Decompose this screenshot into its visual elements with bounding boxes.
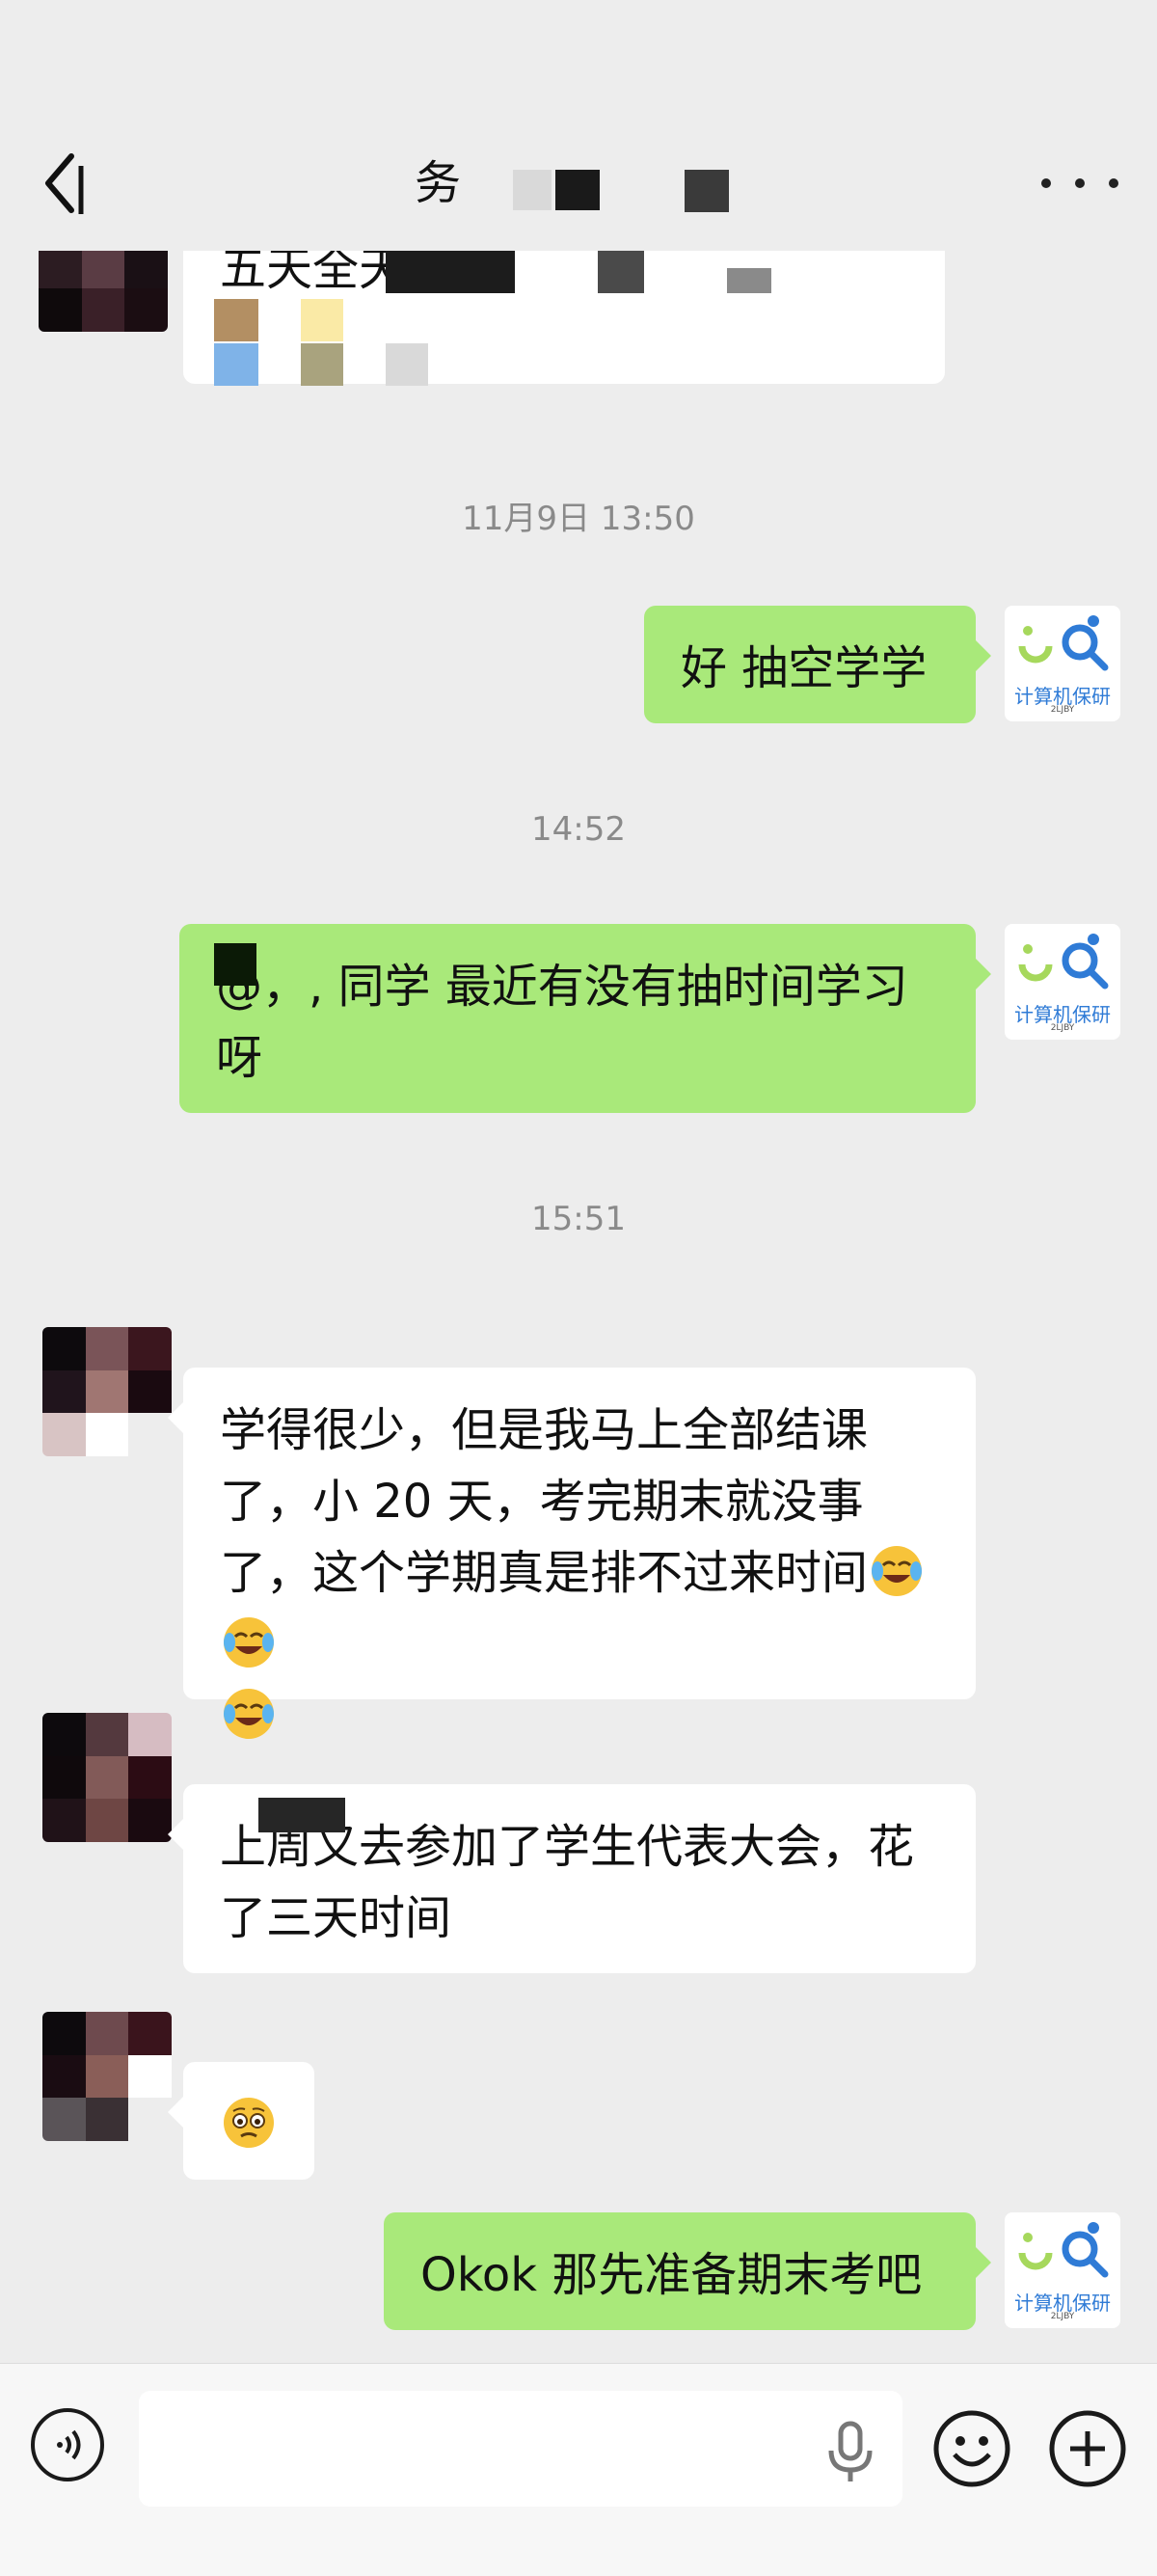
redacted-mention [214, 943, 256, 986]
plus-icon[interactable] [1047, 2408, 1128, 2489]
redacted-image [301, 299, 343, 341]
back-arrow-icon[interactable] [39, 145, 96, 222]
navigation-bar: 务 [0, 0, 1157, 251]
message-text: 上周又去参加了学生代表大会，花了三天时间 [220, 1820, 915, 1945]
more-dot-icon [1041, 178, 1051, 188]
self-avatar[interactable]: 计算机保研 2LJBY [1005, 924, 1120, 1040]
brand-logo-icon [1018, 2222, 1109, 2278]
more-dot-icon [1109, 178, 1118, 188]
chat-title: 务 [415, 156, 462, 210]
contact-avatar[interactable] [42, 1713, 172, 1842]
chat-message-list[interactable]: 这个学期我都是 有 7 门课，一周五天全天满课 11月9日 13:50 好 抽空… [0, 251, 1157, 2363]
more-options-button[interactable] [1041, 154, 1118, 212]
voice-icon [57, 2429, 81, 2460]
timestamp: 15:51 [531, 1200, 626, 1238]
message-text: 学得很少，但是我马上全部结课了，小 20 天，考完期末就没事了，这个学期真是排不… [220, 1403, 869, 1600]
message-bubble[interactable]: Okok 那先准备期末考吧 [384, 2212, 991, 2330]
message-text: 这个学期我都是 有 7 门课，一周五天全天满课 [220, 251, 498, 296]
contact-avatar[interactable] [39, 251, 168, 332]
message-bubble[interactable]: @，, 同学 最近有没有抽时间学习呀 [179, 924, 991, 1113]
crying-laughing-emoji-icon [224, 1689, 274, 1739]
message-bubble[interactable] [168, 2062, 314, 2180]
brand-logo-icon [1018, 615, 1109, 671]
more-dot-icon [1075, 178, 1085, 188]
redacted-name [685, 170, 729, 212]
brand-subtext: 2LJBY [1050, 705, 1075, 715]
contact-avatar[interactable] [42, 1327, 172, 1456]
message-text: @，, 同学 最近有没有抽时间学习呀 [216, 960, 908, 1085]
redacted-content [598, 251, 644, 293]
redacted-name [555, 170, 600, 210]
redacted-image [214, 299, 258, 341]
redacted-image [301, 343, 343, 386]
redacted-image [214, 343, 258, 386]
voice-input-button[interactable] [31, 2408, 104, 2481]
message-bubble[interactable]: 这个学期我都是 有 7 门课，一周五天全天满课 [183, 251, 945, 384]
timestamp: 11月9日 13:50 [462, 500, 695, 538]
redacted-name [513, 170, 552, 210]
redacted-content [727, 268, 771, 293]
message-bubble[interactable]: 好 抽空学学 [644, 606, 991, 723]
microphone-icon[interactable] [821, 2418, 879, 2485]
self-avatar[interactable]: 计算机保研 2LJBY [1005, 2212, 1120, 2328]
redacted-content [258, 1798, 345, 1832]
crying-laughing-emoji-icon [224, 1617, 274, 1668]
brand-logo-icon [1018, 934, 1109, 990]
redacted-content [386, 251, 515, 293]
self-avatar[interactable]: 计算机保研 2LJBY [1005, 606, 1120, 721]
message-text-input[interactable] [139, 2391, 902, 2507]
brand-subtext: 2LJBY [1050, 1023, 1075, 1033]
redacted-image [386, 343, 428, 386]
message-bubble[interactable]: 学得很少，但是我马上全部结课了，小 20 天，考完期末就没事了，这个学期真是排不… [168, 1368, 976, 1739]
pleading-face-emoji-icon [224, 2098, 274, 2148]
message-text: Okok 那先准备期末考吧 [420, 2248, 923, 2302]
crying-laughing-emoji-icon [872, 1546, 923, 1596]
message-text: 好 抽空学学 [681, 641, 928, 695]
smiley-icon[interactable] [931, 2408, 1012, 2489]
timestamp: 14:52 [531, 810, 626, 849]
contact-avatar[interactable] [42, 2012, 172, 2141]
brand-subtext: 2LJBY [1050, 2312, 1075, 2321]
message-input-bar [0, 2363, 1157, 2576]
